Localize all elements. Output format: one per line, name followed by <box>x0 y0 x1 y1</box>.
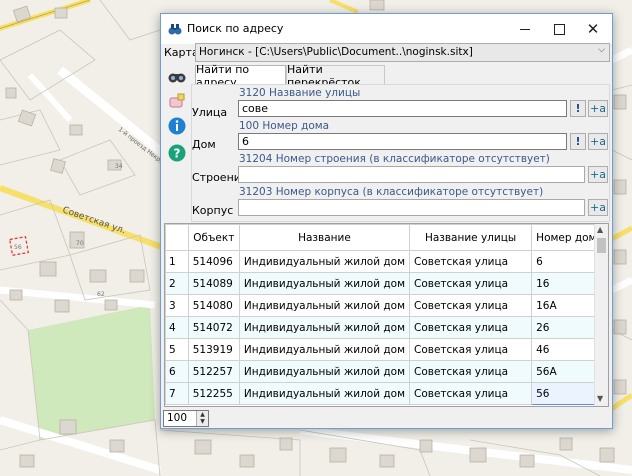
table-cell[interactable]: 514080 <box>187 294 240 317</box>
table-cell[interactable]: Советская улица <box>408 250 533 273</box>
vertical-scrollbar[interactable]: ▲ ▼ <box>594 224 608 406</box>
table-row[interactable]: 3 514080 Индивидуальный жилой дом Советская… <box>165 294 608 317</box>
table-cell[interactable]: Советская улица <box>408 316 533 339</box>
column-header-street[interactable]: Название улицы <box>408 224 533 251</box>
map-label: Карта <box>164 46 199 59</box>
binoculars-search-button[interactable] <box>167 66 187 86</box>
table-row[interactable]: 7 512255 Индивидуальный жилой дом Советская… <box>165 382 608 405</box>
scroll-down-icon[interactable]: ▼ <box>597 394 603 403</box>
help-icon[interactable]: ? <box>167 143 187 163</box>
row-index-cell[interactable]: 1 <box>165 250 189 273</box>
eraser-icon[interactable] <box>167 91 187 111</box>
map-select-value: Ногинск - [C:\Users\Public\Document..\no… <box>199 46 473 58</box>
table-cell[interactable]: Индивидуальный жилой дом <box>238 272 411 295</box>
close-icon: ✕ <box>586 20 600 38</box>
result-limit-value: 100 <box>167 412 188 424</box>
building-input[interactable] <box>238 166 585 183</box>
table-cell[interactable]: 513919 <box>187 338 240 361</box>
row-index-cell[interactable]: 6 <box>165 360 189 383</box>
house-number-label: 70 <box>76 240 84 247</box>
tab-find-by-address[interactable]: Найти по адресу <box>195 63 286 89</box>
row-index-cell[interactable]: 2 <box>165 272 189 295</box>
row-index-cell[interactable]: 7 <box>165 382 189 405</box>
table-cell[interactable]: Советская улица <box>408 294 533 317</box>
row-index-cell[interactable]: 5 <box>165 338 189 361</box>
house-add-button[interactable]: +a <box>588 133 608 150</box>
maximize-icon <box>553 23 565 35</box>
app-binoculars-icon <box>168 24 182 35</box>
table-cell[interactable]: 514089 <box>187 272 240 295</box>
column-header-index[interactable] <box>165 224 189 251</box>
table-row[interactable]: 2 514089 Индивидуальный жилой дом Советская… <box>165 272 608 295</box>
table-row[interactable]: 6 512257 Индивидуальный жилой дом Советская… <box>165 360 608 383</box>
window-title: Поиск по адресу <box>187 22 284 35</box>
map-select[interactable]: Ногинск - [C:\Users\Public\Document..\no… <box>195 43 610 62</box>
maximize-button[interactable] <box>542 14 576 44</box>
address-search-window: Поиск по адресу ✕ Карта Ногинск - [C:\Us… <box>160 13 613 429</box>
minimize-button[interactable] <box>508 14 542 44</box>
table-cell[interactable]: Советская улица <box>408 382 533 405</box>
results-grid: Объект Название Название улицы Номер дом… <box>164 223 609 407</box>
table-row[interactable]: 1 514096 Индивидуальный жилой дом Советская… <box>165 250 608 273</box>
table-row[interactable]: 4 514072 Индивидуальный жилой дом Советская… <box>165 316 608 339</box>
row-index-cell[interactable]: 3 <box>165 294 189 317</box>
house-number-label: 34 <box>115 163 123 170</box>
street-exact-button[interactable]: ! <box>570 100 586 117</box>
street-add-button[interactable]: +a <box>588 100 608 117</box>
table-cell[interactable]: Индивидуальный жилой дом <box>238 294 411 317</box>
scroll-thumb[interactable] <box>597 238 606 253</box>
building-add-button[interactable]: +a <box>588 166 608 183</box>
table-cell[interactable]: Индивидуальный жилой дом <box>238 382 411 405</box>
scroll-up-icon[interactable]: ▲ <box>597 225 603 234</box>
table-cell[interactable]: Индивидуальный жилой дом <box>238 360 411 383</box>
table-cell[interactable]: Советская улица <box>408 272 533 295</box>
house-number-label: 62 <box>97 291 105 298</box>
street-label: Улица <box>192 106 228 119</box>
table-cell[interactable]: Индивидуальный жилой дом <box>238 250 411 273</box>
column-header-name[interactable]: Название <box>238 224 411 251</box>
house-hint: 100 Номер дома <box>239 120 330 132</box>
title-bar[interactable]: Поиск по адресу ✕ <box>161 14 612 44</box>
building-hint: 31204 Номер строения (в классификаторе о… <box>239 153 550 165</box>
address-form-panel: 3120 Название улицы Улица сове ! +a 100 … <box>191 84 610 222</box>
korpus-input[interactable] <box>238 199 585 216</box>
korpus-label: Корпус <box>192 204 234 217</box>
table-cell[interactable]: Индивидуальный жилой дом <box>238 316 411 339</box>
table-cell[interactable]: 514072 <box>187 316 240 339</box>
info-icon[interactable] <box>167 116 187 136</box>
results-table: Объект Название Название улицы Номер дом… <box>165 224 608 405</box>
table-cell[interactable]: 514096 <box>187 250 240 273</box>
street-input[interactable]: сове <box>238 100 567 117</box>
house-input[interactable]: 6 <box>238 133 567 150</box>
street-hint: 3120 Название улицы <box>239 87 361 99</box>
table-cell[interactable]: 512255 <box>187 382 240 405</box>
table-cell[interactable]: Советская улица <box>408 360 533 383</box>
tab-find-intersection[interactable]: Найти перекрёсток <box>286 63 385 89</box>
table-cell[interactable]: 512257 <box>187 360 240 383</box>
chevron-down-icon: ⌵ <box>598 45 605 55</box>
header-row: Объект Название Название улицы Номер дом… <box>165 224 608 251</box>
svg-text:?: ? <box>174 147 181 161</box>
house-exact-button[interactable]: ! <box>570 133 586 150</box>
row-index-cell[interactable]: 4 <box>165 316 189 339</box>
house-number-label: 56 <box>14 244 22 251</box>
minimize-icon <box>520 28 530 30</box>
close-button[interactable]: ✕ <box>576 14 610 44</box>
spinner-arrows-icon[interactable]: ▲ ▼ <box>196 411 208 426</box>
korpus-hint: 31203 Номер корпуса (в классификаторе от… <box>239 186 544 198</box>
result-limit-spinner[interactable]: 100 ▲ ▼ <box>163 410 209 427</box>
table-cell[interactable]: Индивидуальный жилой дом <box>238 338 411 361</box>
column-header-object[interactable]: Объект <box>187 224 240 251</box>
table-row[interactable]: 5 513919 Индивидуальный жилой дом Советская… <box>165 338 608 361</box>
table-cell[interactable]: Советская улица <box>408 338 533 361</box>
house-label: Дом <box>192 138 216 151</box>
korpus-add-button[interactable]: +a <box>588 199 608 216</box>
